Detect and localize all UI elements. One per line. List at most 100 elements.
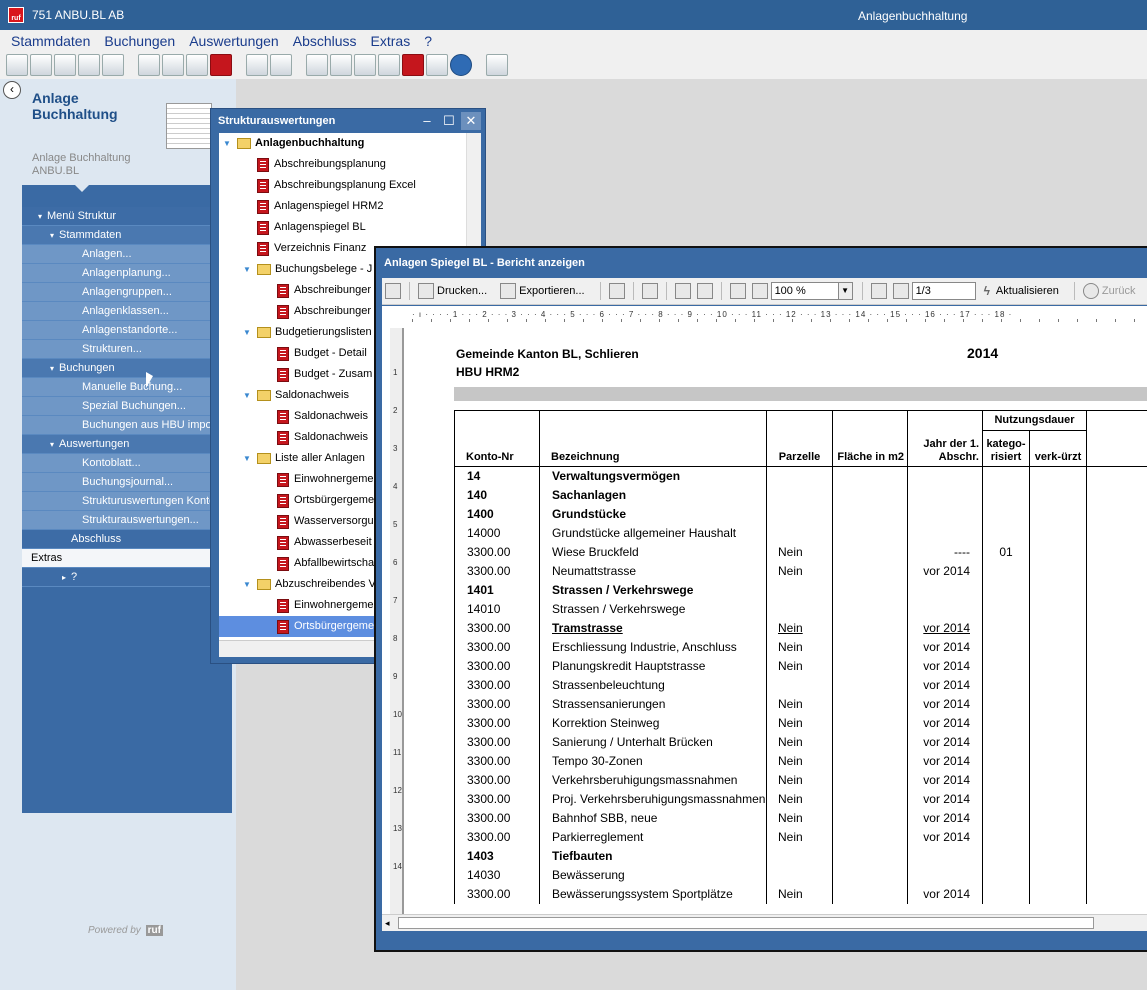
sidebar-item[interactable]: ▾ Stammdaten <box>22 226 232 245</box>
print-preview-icon[interactable] <box>138 54 160 76</box>
report-horizontal-scrollbar[interactable]: ◂ <box>382 914 1147 931</box>
help-icon[interactable] <box>450 54 472 76</box>
cell-verkuerzt <box>1029 581 1087 600</box>
next-page-icon[interactable] <box>892 283 909 299</box>
tree-item-label: Einwohnergeme <box>294 473 374 485</box>
scroll-left-icon[interactable]: ◂ <box>385 918 390 929</box>
sidebar-item[interactable]: Anlagenplanung... <box>22 264 232 283</box>
hierarchy-icon[interactable] <box>30 54 52 76</box>
wizard-icon[interactable] <box>306 54 328 76</box>
menu-abschluss[interactable]: Abschluss <box>293 33 357 49</box>
calendar-icon[interactable] <box>378 54 400 76</box>
refresh-icon[interactable] <box>486 54 508 76</box>
table-row: 3300.00TramstrasseNein vor 2014 17' <box>454 619 1147 638</box>
single-page-icon[interactable] <box>674 283 691 299</box>
sidebar-item[interactable]: Strukturen... <box>22 340 232 359</box>
zoom-in-icon[interactable] <box>751 283 768 299</box>
export-doc-icon[interactable] <box>500 283 517 299</box>
sidebar-item[interactable]: Extras <box>22 549 232 568</box>
cell-parzelle: Nein <box>766 714 833 733</box>
copy-icon[interactable] <box>608 283 625 299</box>
first-page-icon[interactable] <box>870 283 887 299</box>
ruler-tick-label: 5 <box>393 520 398 529</box>
cell-jahr: vor 2014 <box>907 638 983 657</box>
checklist-icon[interactable] <box>330 54 352 76</box>
expand-chevron-icon[interactable]: ▼ <box>243 322 253 343</box>
page-icon[interactable] <box>186 54 208 76</box>
sidebar-item[interactable]: Anlagenklassen... <box>22 302 232 321</box>
chevron-down-icon[interactable]: ▼ <box>837 283 852 299</box>
table-row: 3300.00 Proj. Verkehrsberuhigungsmassnahm… <box>454 790 1147 809</box>
sidebar-item[interactable]: ▸? <box>22 568 232 587</box>
report-header-bar <box>454 387 1147 401</box>
menu-auswertungen[interactable]: Auswertungen <box>189 33 279 49</box>
sidebar-item[interactable]: Abschluss <box>22 530 232 549</box>
sidebar-item[interactable]: ▾ Buchungen <box>22 359 232 378</box>
back-button[interactable]: Zurück <box>1102 285 1136 297</box>
tree-item[interactable]: Abschreibungsplanung Excel <box>219 175 481 196</box>
network-icon[interactable] <box>426 54 448 76</box>
sidebar-item[interactable]: Strukturauswertungen... <box>22 511 232 530</box>
table-row: 140Sachanlagen 22'595' <box>454 486 1147 505</box>
copy-icon[interactable] <box>246 54 268 76</box>
col-konto: Konto-Nr <box>454 410 540 467</box>
window-tile-icon[interactable] <box>6 54 28 76</box>
tree-structure-icon[interactable] <box>54 54 76 76</box>
export-button[interactable]: Exportieren... <box>519 285 584 297</box>
menu-help[interactable]: ? <box>424 33 432 49</box>
back-arrow-icon[interactable] <box>1082 283 1099 299</box>
tree-item[interactable]: Anlagenspiegel BL <box>219 217 481 238</box>
cell-kategorisiert <box>982 466 1030 486</box>
sidebar-item[interactable]: Anlagen... <box>22 245 232 264</box>
cell-kategorisiert <box>982 695 1030 714</box>
find-binoculars-icon[interactable] <box>641 283 658 299</box>
tree-item[interactable]: Anlagenspiegel HRM2 <box>219 196 481 217</box>
zoom-out-icon[interactable] <box>729 283 746 299</box>
menu-stammdaten[interactable]: Stammdaten <box>11 33 90 49</box>
sidebar-item[interactable]: Strukturuswertungen Kontoplan... <box>22 492 232 511</box>
ruf-logo-icon[interactable] <box>402 54 424 76</box>
tools-icon[interactable] <box>102 54 124 76</box>
expand-chevron-icon[interactable]: ▼ <box>243 259 253 280</box>
multi-page-icon[interactable] <box>696 283 713 299</box>
cell-konto: 3300.00 <box>454 885 540 904</box>
scrollbar-thumb[interactable] <box>398 917 1094 929</box>
cell-konto: 14010 <box>454 600 540 619</box>
sidebar-item[interactable]: Manuelle Buchung... <box>22 378 232 397</box>
report-book-icon[interactable] <box>210 54 232 76</box>
expand-chevron-icon[interactable]: ▼ <box>243 448 253 469</box>
menu-buchungen[interactable]: Buchungen <box>104 33 175 49</box>
expand-chevron-icon[interactable]: ▼ <box>243 574 253 595</box>
sidebar-item[interactable]: Anlagenstandorte... <box>22 321 232 340</box>
calculator-icon[interactable] <box>354 54 376 76</box>
sidebar-item[interactable]: Kontoblatt... <box>22 454 232 473</box>
sidebar-item[interactable]: Anlagengruppen... <box>22 283 232 302</box>
sidebar-item[interactable]: Spezial Buchungen... <box>22 397 232 416</box>
zoom-select[interactable]: 100 % ▼ <box>770 282 853 300</box>
expand-chevron-icon[interactable]: ▼ <box>243 385 253 406</box>
export-icon[interactable] <box>270 54 292 76</box>
edit-note-icon[interactable] <box>78 54 100 76</box>
expand-chevron-icon[interactable]: ▼ <box>223 133 233 154</box>
back-circle-icon[interactable]: ‹ <box>3 81 21 99</box>
printer-icon[interactable] <box>418 283 434 299</box>
close-icon[interactable]: ✕ <box>461 112 481 130</box>
sidebar-item[interactable]: Buchungsjournal... <box>22 473 232 492</box>
refresh-button[interactable]: Aktualisieren <box>996 285 1059 297</box>
sidebar-item[interactable]: ▾ Menü Struktur <box>22 207 232 226</box>
print-button[interactable]: Drucken... <box>437 285 487 297</box>
sidebar-item[interactable]: Buchungen aus HBU importieren <box>22 416 232 435</box>
sidebar-item[interactable]: ▾ Auswertungen <box>22 435 232 454</box>
document-icon[interactable] <box>162 54 184 76</box>
tree-item[interactable]: Abschreibungsplanung <box>219 154 481 175</box>
menu-extras[interactable]: Extras <box>371 33 411 49</box>
page-number-input[interactable]: 1/3 <box>911 282 976 300</box>
cell-bezeichnung: Bewässerung <box>539 866 767 885</box>
minimize-icon[interactable]: – <box>417 112 437 130</box>
tree-item[interactable]: ▼ Anlagenbuchhaltung <box>219 133 481 154</box>
toggle-tree-icon[interactable] <box>385 283 401 299</box>
maximize-icon[interactable]: ☐ <box>439 112 459 130</box>
report-icon <box>257 220 269 235</box>
report-icon <box>257 178 269 193</box>
cell-kategorisiert <box>982 676 1030 695</box>
